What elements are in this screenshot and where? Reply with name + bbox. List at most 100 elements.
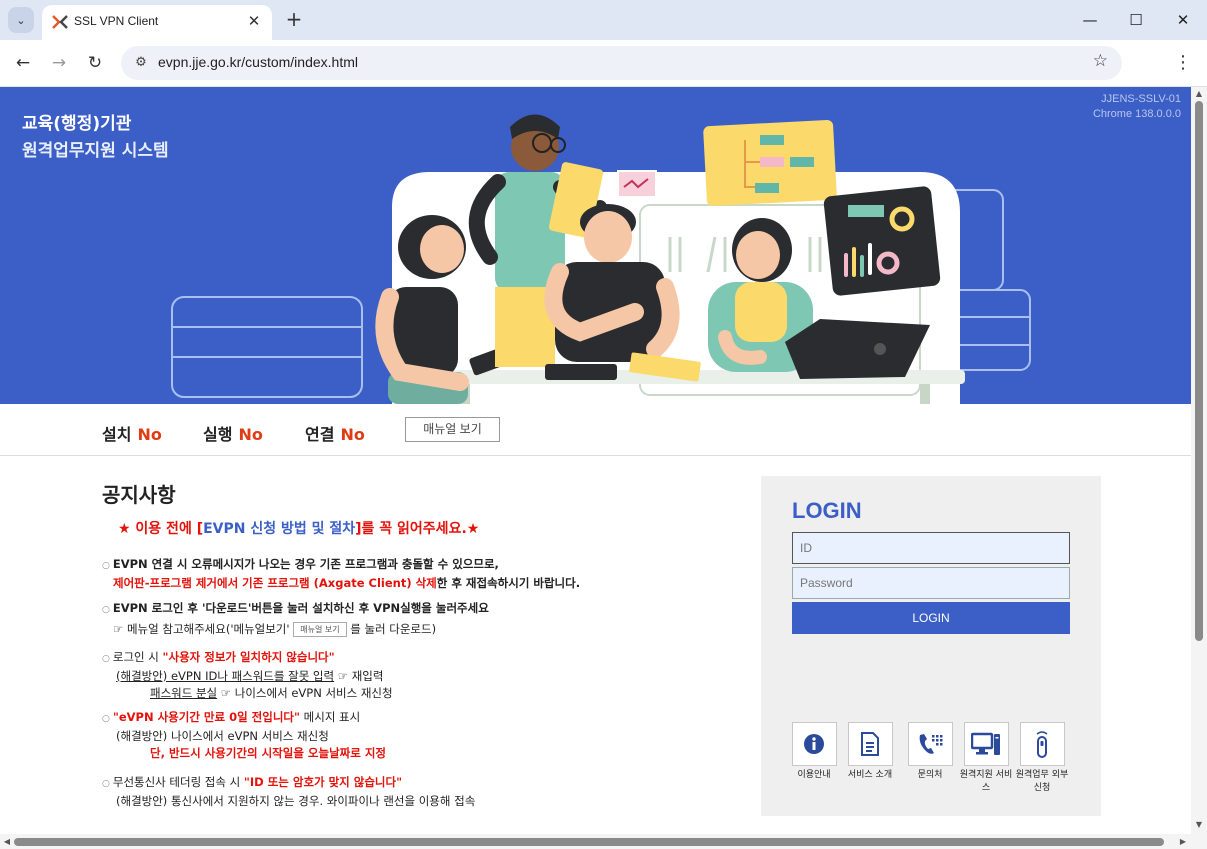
notice-text: (해결방안) eVPN ID나 패스워드를 잘못 입력 <box>116 669 335 683</box>
scroll-left-icon[interactable]: ◀ <box>1 835 13 848</box>
notice-text: EVPN 연결 시 오류메시지가 나오는 경우 기존 프로그램과 충돌할 수 있… <box>112 557 499 571</box>
bullet-icon: ○ <box>102 654 110 664</box>
notice-text: (해결방안) 통신사에서 지원하지 않는 경우. 와이파이나 랜선을 이용해 접… <box>116 794 476 808</box>
notice-warning: "사용자 정보가 일치하지 않습니다" <box>162 650 335 664</box>
close-window-button[interactable]: ✕ <box>1168 8 1198 32</box>
quick-link-guide[interactable]: 이용안내 <box>785 722 843 782</box>
notice-item-1: ○ EVPN 연결 시 오류메시지가 나오는 경우 기존 프로그램과 충돌할 수 … <box>102 556 580 592</box>
version-info: JJENS-SSLV-01 Chrome 138.0.0.0 <box>1093 92 1181 122</box>
hero-banner: 교육(행정)기관 원격업무지원 시스템 JJENS-SSLV-01 Chrome… <box>0 87 1191 404</box>
quick-link-frame <box>847 722 893 766</box>
connect-value: No <box>340 425 365 444</box>
notice-warning: "eVPN 사용기간 만료 0일 전입니다" <box>112 710 300 724</box>
page-viewport: 교육(행정)기관 원격업무지원 시스템 JJENS-SSLV-01 Chrome… <box>0 87 1191 834</box>
notice-warning: "ID 또는 암호가 맞지 않습니다" <box>243 775 403 789</box>
scroll-right-icon[interactable]: ▶ <box>1177 835 1189 848</box>
quick-link-label: 문의처 <box>917 770 943 780</box>
info-icon <box>804 734 824 754</box>
browser-toolbar: ← → ↻ ⚙ evpn.jje.go.kr/custom/index.html… <box>0 40 1207 87</box>
headline-prefix: ★ 이용 전에 [ <box>118 521 204 537</box>
tab-search-button[interactable]: ⌄ <box>8 7 34 33</box>
server-id: JJENS-SSLV-01 <box>1101 93 1181 105</box>
url-text[interactable]: evpn.jje.go.kr/custom/index.html <box>158 54 358 70</box>
connect-status: 연결 No <box>305 421 365 445</box>
bookmark-star-icon[interactable]: ☆ <box>1093 51 1108 71</box>
scrollbar-corner <box>1191 834 1207 849</box>
quick-link-frame <box>907 722 953 766</box>
install-status: 설치 No <box>102 421 162 445</box>
notice-text: 한 후 재접속하시기 바랍니다. <box>436 576 581 590</box>
browser-menu-icon[interactable]: ⋮ <box>1172 50 1194 76</box>
tab-close-icon[interactable]: ✕ <box>244 11 264 31</box>
bullet-icon: ○ <box>102 561 110 571</box>
browser-tab[interactable]: SSL VPN Client ✕ <box>42 5 272 40</box>
vpn-favicon-icon <box>52 15 68 29</box>
quick-link-service-intro[interactable]: 서비스 소개 <box>841 722 899 782</box>
horizontal-scrollbar[interactable]: ◀ ▶ <box>0 834 1191 849</box>
login-button[interactable]: LOGIN <box>792 602 1070 634</box>
phone-icon <box>919 734 943 754</box>
computer-icon <box>971 732 1000 755</box>
login-panel: LOGIN LOGIN 이용안내 서비스 소개 문의처 원격지원 서 <box>761 476 1101 816</box>
notice-text: EVPN 로그인 후 '다운로드'버튼을 눌러 설치하신 후 VPN실행을 눌러… <box>112 601 489 615</box>
scroll-up-icon[interactable]: ▲ <box>1191 89 1207 101</box>
inline-manual-button[interactable]: 매뉴얼 보기 <box>293 622 347 637</box>
browser-tab-bar: ⌄ SSL VPN Client ✕ + — ☐ ✕ <box>0 0 1207 40</box>
quick-link-label: 원격업무 외부신청 <box>1015 770 1069 793</box>
run-label: 실행 <box>203 425 233 444</box>
notice-warning: 제어판-프로그램 제거에서 기존 프로그램 (Axgate Client) 삭제 <box>113 576 437 590</box>
new-tab-button[interactable]: + <box>283 8 305 30</box>
quick-link-contact[interactable]: 문의처 <box>901 722 959 782</box>
notice-text: 메시지 표시 <box>300 710 361 724</box>
forward-arrow-icon[interactable]: → <box>46 50 72 76</box>
vertical-scroll-thumb[interactable] <box>1195 101 1203 641</box>
headline-suffix: ]를 꼭 읽어주세요.★ <box>355 521 480 537</box>
notice-text: ☞ 메뉴얼 참고해주세요('메뉴얼보기' <box>113 622 290 636</box>
id-input[interactable] <box>792 532 1070 564</box>
quick-link-label: 서비스 소개 <box>847 770 893 780</box>
reload-icon[interactable]: ↻ <box>82 50 108 76</box>
quick-link-external-request[interactable]: 원격업무 외부신청 <box>1013 722 1071 795</box>
scroll-down-icon[interactable]: ▼ <box>1191 820 1207 832</box>
bullet-icon: ○ <box>102 605 110 615</box>
notice-item-4: ○ "eVPN 사용기간 만료 0일 전입니다" 메시지 표시 (해결방안) 나이… <box>102 709 386 762</box>
browser-version: Chrome 138.0.0.0 <box>1092 108 1181 120</box>
remote-icon <box>1036 731 1048 758</box>
manual-view-button[interactable]: 매뉴얼 보기 <box>405 417 500 442</box>
back-arrow-icon[interactable]: ← <box>10 50 36 76</box>
address-bar[interactable]: ⚙ evpn.jje.go.kr/custom/index.html ☆ <box>121 46 1122 80</box>
chevron-down-icon: ⌄ <box>16 13 26 27</box>
quick-link-label: 이용안내 <box>797 770 831 780</box>
notice-warning: 단, 반드시 사용기간의 시작일을 오늘날짜로 지정 <box>150 746 386 760</box>
run-value: No <box>238 425 263 444</box>
notice-item-5: ○ 무선통신사 테더링 접속 시 "ID 또는 암호가 맞지 않습니다" (해결방… <box>102 774 475 810</box>
bullet-icon: ○ <box>102 779 110 789</box>
notice-text: 로그인 시 <box>112 650 163 664</box>
notice-text: ☞ 나이스에서 eVPN 서비스 재신청 <box>217 686 393 700</box>
quick-link-frame <box>791 722 837 766</box>
notice-title: 공지사항 <box>102 483 176 507</box>
client-status-bar: 설치 No 실행 No 연결 No 매뉴얼 보기 <box>0 404 1191 456</box>
notice-text: (해결방안) 나이스에서 eVPN 서비스 재신청 <box>116 729 329 743</box>
notice-item-2: ○ EVPN 로그인 후 '다운로드'버튼을 눌러 설치하신 후 VPN실행을 눌… <box>102 600 489 638</box>
minimize-button[interactable]: — <box>1075 8 1105 32</box>
login-title: LOGIN <box>792 498 862 523</box>
horizontal-scroll-thumb[interactable] <box>14 838 1164 846</box>
install-value: No <box>137 425 162 444</box>
quick-link-remote-support[interactable]: 원격지원 서비스 <box>957 722 1015 795</box>
office-team-illustration <box>171 114 1031 404</box>
notice-headline: ★ 이용 전에 [EVPN 신청 방법 및 절차]를 꼭 읽어주세요.★ <box>118 518 479 538</box>
document-icon <box>861 732 879 756</box>
tab-title: SSL VPN Client <box>74 14 159 28</box>
password-input[interactable] <box>792 567 1070 599</box>
vertical-scrollbar[interactable]: ▲ ▼ <box>1191 87 1207 834</box>
bullet-icon: ○ <box>102 714 110 724</box>
quick-link-frame <box>963 722 1009 766</box>
quick-link-label: 원격지원 서비스 <box>959 770 1013 793</box>
maximize-button[interactable]: ☐ <box>1121 8 1151 32</box>
site-info-icon[interactable]: ⚙ <box>131 53 151 73</box>
run-status: 실행 No <box>203 421 263 445</box>
banner-subtitle: 원격업무지원 시스템 <box>22 141 169 161</box>
evpn-guide-link[interactable]: EVPN 신청 방법 및 절차 <box>203 521 355 537</box>
connect-label: 연결 <box>305 425 335 444</box>
